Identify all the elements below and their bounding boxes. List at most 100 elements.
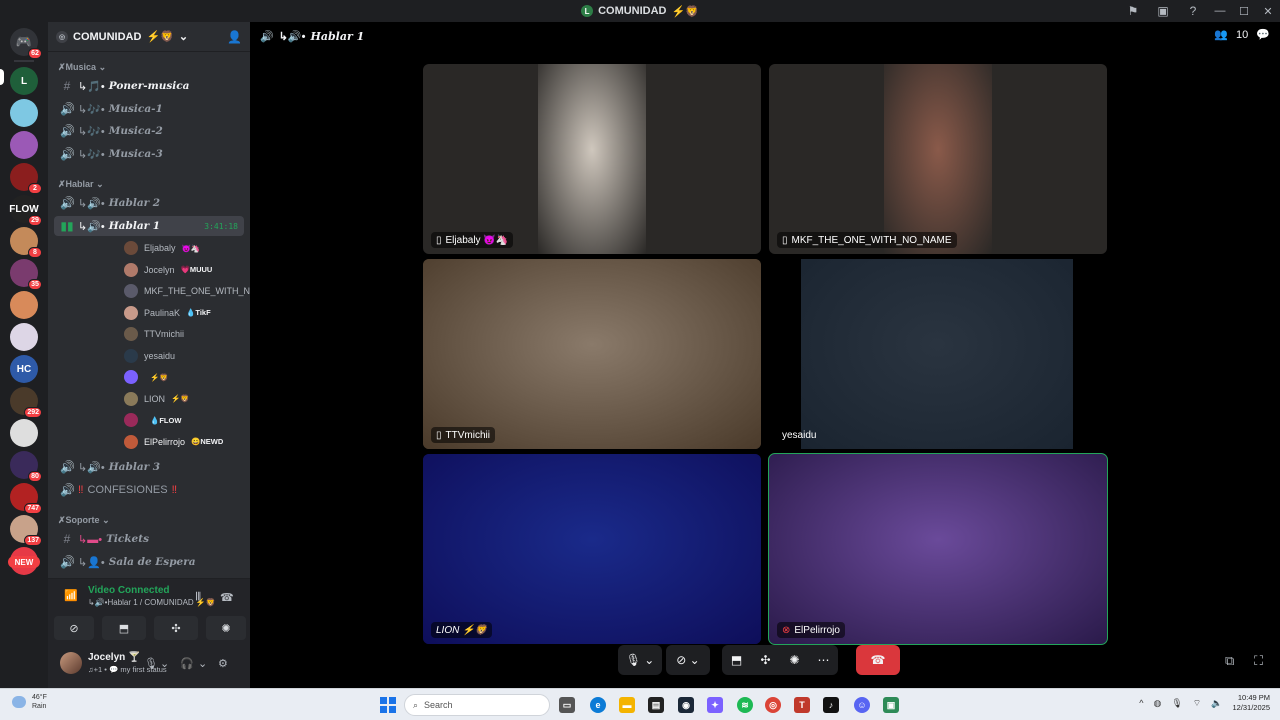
server-icon[interactable] (10, 291, 38, 319)
close-button[interactable]: ✕ (1256, 0, 1280, 22)
server-icon[interactable]: 80 (10, 451, 42, 482)
user-name[interactable]: Jocelyn 🍸 (88, 652, 140, 663)
channel-musica-2[interactable]: 🔊 ↳🎶• Musica-2 (54, 121, 244, 141)
invite-icon[interactable]: 👤 (227, 30, 242, 44)
signal-icon[interactable]: 📶 (64, 589, 78, 602)
help-icon[interactable]: ? (1178, 0, 1208, 22)
channel-sala-espera[interactable]: 🔊 ↳👤• Sala de Espera (54, 552, 244, 572)
screen-share-icon[interactable]: ⬒ (722, 653, 751, 667)
video-stage: 🔊 ↳🔊• Hablar 1 👥 10 💬 ▯ Eljabaly 😈🦄 ▯ MKF_… (250, 22, 1280, 688)
category-hablar[interactable]: ✗Hablar ⌄ (58, 179, 104, 190)
mention-badge: 8 (28, 247, 42, 258)
screen-icon[interactable]: ▣ (1148, 0, 1178, 22)
app-t-icon[interactable]: T (794, 697, 810, 713)
hang-up-button[interactable]: ☎ (856, 645, 900, 675)
avatar[interactable] (60, 652, 82, 674)
maximize-button[interactable]: ☐ (1232, 0, 1256, 22)
avatar (124, 370, 138, 384)
server-icon[interactable]: FLOW 29 (9, 195, 42, 226)
steam-icon[interactable]: ◉ (678, 697, 694, 713)
mute-button[interactable]: 🎙 ⌄ (618, 645, 662, 675)
fullscreen-icon[interactable]: ⛶ (1254, 653, 1263, 669)
copilot-icon[interactable]: ✦ (707, 697, 723, 713)
server-icon[interactable] (10, 131, 38, 159)
server-icon[interactable] (10, 323, 38, 351)
server-icon[interactable] (10, 99, 38, 127)
video-tile-ttvmichii[interactable]: ▯ TTVmichii (423, 259, 761, 449)
server-icon[interactable]: 2 (10, 163, 42, 194)
video-tile-mkf[interactable]: ▯ MKF_THE_ONE_WITH_NO_NAME (769, 64, 1107, 254)
microphone-icon[interactable]: 🎙 (1171, 698, 1182, 709)
video-feed (423, 259, 761, 449)
headphones-icon[interactable]: 🎧 (180, 657, 194, 670)
activities-icon[interactable]: ✣ (751, 653, 780, 667)
channel-confesiones[interactable]: 🔊 ‼ CONFESIONES ‼ (54, 480, 244, 500)
taskbar-search[interactable]: ⌕ Search (404, 694, 550, 716)
video-tile-elpelirrojo[interactable]: ⊗ ElPelirrojo (768, 453, 1108, 645)
start-button[interactable] (380, 697, 396, 713)
weather-widget[interactable]: 46°F Rain (12, 693, 47, 711)
camera-off-button[interactable]: ⊘ (54, 616, 94, 640)
discord-icon[interactable]: ☺ (854, 697, 870, 713)
app-icon[interactable]: ▣ (883, 697, 899, 713)
channel-tickets[interactable]: # ↳▬• Tickets (54, 529, 244, 549)
camera-button[interactable]: ⊘ ⌄ (666, 645, 710, 675)
tray-app-icon[interactable]: ◍ (1153, 698, 1161, 709)
activities-button[interactable]: ✣ (154, 616, 198, 640)
channel-hablar-2[interactable]: 🔊 ↳🔊• Hablar 2 (54, 193, 244, 213)
category-soporte[interactable]: ✗Soporte ⌄ (58, 515, 110, 526)
app-icon[interactable]: ▤ (648, 697, 664, 713)
spotify-icon[interactable]: ≋ (737, 697, 753, 713)
task-view-icon[interactable]: ▭ (559, 697, 575, 713)
server-icon[interactable]: HC (10, 355, 38, 383)
server-icon[interactable]: 292 (10, 387, 42, 418)
volume-icon[interactable]: 🔈 (1211, 698, 1222, 709)
screen-share-icon: ⬒ (118, 622, 130, 635)
soundboard-button[interactable]: ✺ (206, 616, 246, 640)
soundboard-icon[interactable]: ✺ (780, 653, 809, 667)
server-icon[interactable]: 137 (10, 515, 42, 546)
server-icon[interactable]: 8 (10, 227, 42, 258)
server-icon[interactable]: 747 (10, 483, 42, 514)
guild-header[interactable]: ◎ COMUNIDAD ⚡🦁 ⌄ 👤 (48, 22, 250, 52)
chevron-down-icon[interactable]: ⌄ (160, 657, 169, 670)
server-icon[interactable]: L (10, 67, 38, 95)
disconnect-icon[interactable]: ☎ (220, 591, 234, 604)
minimize-button[interactable]: — (1208, 0, 1232, 22)
server-icon[interactable] (10, 419, 38, 447)
channel-hablar-3[interactable]: 🔊 ↳🔊• Hablar 3 (54, 457, 244, 477)
chrome-icon[interactable]: ◎ (765, 697, 781, 713)
gear-icon[interactable]: ⚙ (218, 657, 228, 670)
window-title: L COMUNIDAD ⚡🦁 (581, 5, 699, 18)
chevron-down-icon[interactable]: ⌄ (198, 657, 207, 670)
category-musica[interactable]: ✗Musica ⌄ (58, 62, 106, 73)
soundboard-icon[interactable]: 𝄃𝄃 (196, 591, 201, 604)
participants-icon[interactable]: 👥 (1214, 28, 1228, 41)
channel-poner-musica[interactable]: # ↳🎵• Poner-musica (54, 76, 244, 96)
edge-icon[interactable]: e (590, 697, 606, 713)
search-icon: ⌕ (413, 699, 419, 710)
soundboard-icon: ✺ (221, 622, 231, 635)
microphone-icon[interactable]: 🎙 (144, 657, 158, 670)
tiktok-icon[interactable]: ♪ (823, 697, 839, 713)
file-explorer-icon[interactable]: ▬ (619, 697, 635, 713)
more-icon[interactable]: ⋯ (809, 653, 838, 667)
home-button[interactable]: 🎮 62 (10, 28, 42, 59)
channel-musica-3[interactable]: 🔊 ↳🎶• Musica-3 (54, 144, 244, 164)
video-tile-eljabaly[interactable]: ▯ Eljabaly 😈🦄 (423, 64, 761, 254)
video-tile-yesaidu[interactable]: yesaidu (769, 259, 1107, 449)
channel-hablar-1[interactable]: ▮▮ ↳🔊• Hablar 1 3:41:18 (54, 216, 244, 236)
inbox-icon[interactable]: ⚑ (1118, 0, 1148, 22)
search-placeholder: Search (424, 700, 453, 710)
server-icon[interactable]: 35 (10, 259, 42, 290)
screen-share-button[interactable]: ⬒ (102, 616, 146, 640)
avatar (124, 241, 138, 255)
channel-musica-1[interactable]: 🔊 ↳🎶• Musica-1 (54, 99, 244, 119)
chevron-up-icon[interactable]: ^ (1139, 698, 1143, 708)
new-badge[interactable]: NEW (8, 556, 40, 568)
video-tile-lion[interactable]: LION ⚡🦁 (423, 454, 761, 644)
clock[interactable]: 10:49 PM 12/31/2025 (1232, 693, 1270, 713)
wifi-icon[interactable]: ⌔ (1193, 698, 1201, 709)
chat-icon[interactable]: 💬 (1256, 28, 1270, 41)
popout-icon[interactable]: ⧉ (1225, 653, 1234, 669)
